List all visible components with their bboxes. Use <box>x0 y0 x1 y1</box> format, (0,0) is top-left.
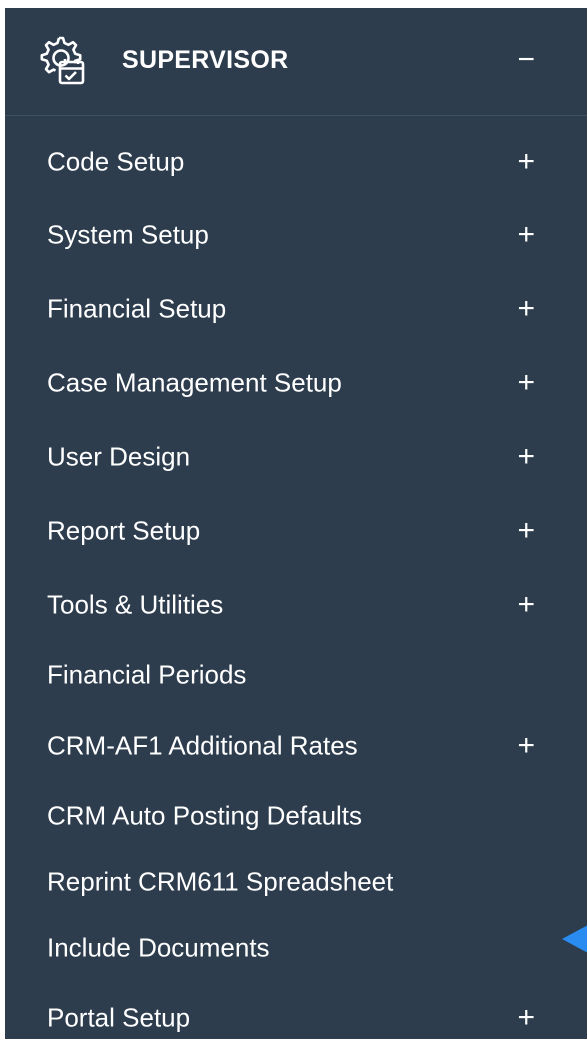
gear-calendar-icon <box>35 32 95 92</box>
menu-item-financial-setup[interactable]: Financial Setup + <box>5 279 587 339</box>
menu-item-label: Tools & Utilities <box>47 589 224 620</box>
expand-icon[interactable]: + <box>517 590 535 620</box>
expand-icon[interactable]: + <box>517 442 535 472</box>
menu-item-crm-auto-posting-defaults[interactable]: CRM Auto Posting Defaults <box>5 786 587 846</box>
menu-item-reprint-crm611-spreadsheet[interactable]: Reprint CRM611 Spreadsheet <box>5 852 587 912</box>
expand-icon[interactable]: + <box>517 147 535 177</box>
expand-icon[interactable]: + <box>517 516 535 546</box>
menu-item-label: CRM Auto Posting Defaults <box>47 800 363 831</box>
menu-item-label: CRM-AF1 Additional Rates <box>47 730 358 761</box>
active-pointer-arrow-icon <box>562 925 587 953</box>
menu-item-report-setup[interactable]: Report Setup + <box>5 501 587 561</box>
menu-item-label: Financial Setup <box>47 293 227 324</box>
menu-item-financial-periods[interactable]: Financial Periods <box>5 645 587 705</box>
supervisor-menu-panel: SUPERVISOR − Code Setup + System Setup +… <box>5 8 587 1039</box>
menu-item-label: User Design <box>47 441 191 472</box>
menu-item-label: Portal Setup <box>47 1002 191 1033</box>
expand-icon[interactable]: + <box>517 294 535 324</box>
supervisor-header[interactable]: SUPERVISOR − <box>5 8 587 116</box>
menu-item-label: Code Setup <box>47 146 185 177</box>
menu-item-label: Reprint CRM611 Spreadsheet <box>47 866 394 897</box>
expand-icon[interactable]: + <box>517 368 535 398</box>
menu-item-user-design[interactable]: User Design + <box>5 427 587 487</box>
collapse-toggle[interactable]: − <box>517 40 535 80</box>
menu-item-system-setup[interactable]: System Setup + <box>5 205 587 265</box>
menu-item-crm-af1-additional-rates[interactable]: CRM-AF1 Additional Rates + <box>5 716 587 776</box>
menu-item-portal-setup[interactable]: Portal Setup + <box>5 988 587 1048</box>
menu-item-label: System Setup <box>47 219 209 250</box>
supervisor-title: SUPERVISOR <box>122 46 289 74</box>
menu-item-label: Financial Periods <box>47 659 247 690</box>
menu-item-include-documents[interactable]: Include Documents <box>5 918 587 978</box>
menu-item-label: Include Documents <box>47 932 270 963</box>
menu-item-tools-utilities[interactable]: Tools & Utilities + <box>5 575 587 635</box>
expand-icon[interactable]: + <box>517 220 535 250</box>
menu-item-label: Case Management Setup <box>47 367 342 398</box>
expand-icon[interactable]: + <box>517 1003 535 1033</box>
menu-item-label: Report Setup <box>47 515 201 546</box>
expand-icon[interactable]: + <box>517 731 535 761</box>
menu-item-code-setup[interactable]: Code Setup + <box>5 132 587 192</box>
menu-item-case-management-setup[interactable]: Case Management Setup + <box>5 353 587 413</box>
